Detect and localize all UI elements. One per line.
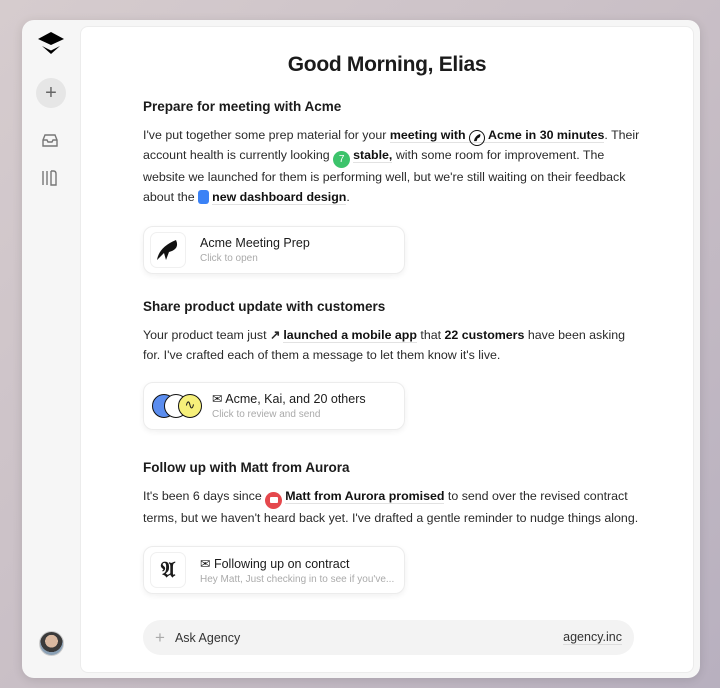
customer-messages-card[interactable]: ∿ ✉ Acme, Kai, and 20 others Click to rev… (143, 381, 405, 430)
ask-input[interactable]: + Ask Agency agency.inc (143, 620, 634, 655)
section-acme: Prepare for meeting with Acme I've put t… (143, 99, 643, 274)
page-title: Good Morning, Elias (287, 53, 487, 76)
contract-followup-card[interactable]: 𝔄 ✉ Following up on contract Hey Matt, Ju… (143, 546, 405, 595)
meeting-link[interactable]: meeting with Acme in 30 minutes (389, 128, 605, 146)
plus-icon: + (45, 81, 57, 104)
health-score-badge: 7 (333, 151, 351, 169)
library-icon[interactable] (41, 170, 59, 186)
matt-promise-link[interactable]: Matt from Aurora promised (285, 489, 445, 504)
aurora-icon (265, 491, 283, 509)
aurora-logo: 𝔄 (150, 552, 186, 589)
logo-icon (38, 32, 64, 54)
section-body: I've put together some prep material for… (143, 128, 640, 205)
app-window: + Good Morning, Elias Prepare for meetin… (22, 20, 700, 678)
plus-icon[interactable]: + (155, 628, 165, 648)
document-icon (198, 189, 210, 204)
mail-icon: ✉ (200, 556, 214, 571)
sidebar: + (22, 20, 80, 678)
section-body: It's been 6 days since Matt from Aurora … (143, 489, 639, 525)
dashboard-design-link[interactable]: new dashboard design (212, 189, 347, 205)
agency-link[interactable]: agency.inc (563, 630, 622, 645)
new-button[interactable]: + (36, 78, 66, 108)
section-heading: Prepare for meeting with Acme (143, 99, 342, 114)
section-product-update: Share product update with customers Your… (143, 299, 643, 430)
avatar-stack: ∿ (150, 393, 202, 419)
arrow-up-right-icon: ↗ (269, 328, 281, 342)
acme-logo (150, 231, 186, 268)
section-body: Your product team just ↗ launched a mobil… (143, 328, 625, 362)
inbox-icon[interactable] (41, 133, 59, 149)
mail-icon: ✉ (212, 392, 226, 407)
mobile-app-link[interactable]: launched a mobile app (283, 328, 417, 343)
avatar[interactable] (39, 631, 64, 656)
acme-meeting-prep-card[interactable]: Acme Meeting Prep Click to open (143, 225, 405, 274)
main-panel: Good Morning, Elias Prepare for meeting … (80, 26, 694, 673)
ask-placeholder: Ask Agency (174, 630, 241, 645)
health-link[interactable]: stable, (353, 147, 393, 163)
acme-icon (469, 129, 486, 146)
customers-count: 22 customers (444, 328, 525, 342)
section-heading: Share product update with customers (143, 299, 386, 314)
section-follow-up: Follow up with Matt from Aurora It's bee… (143, 460, 643, 595)
section-heading: Follow up with Matt from Aurora (143, 460, 350, 475)
